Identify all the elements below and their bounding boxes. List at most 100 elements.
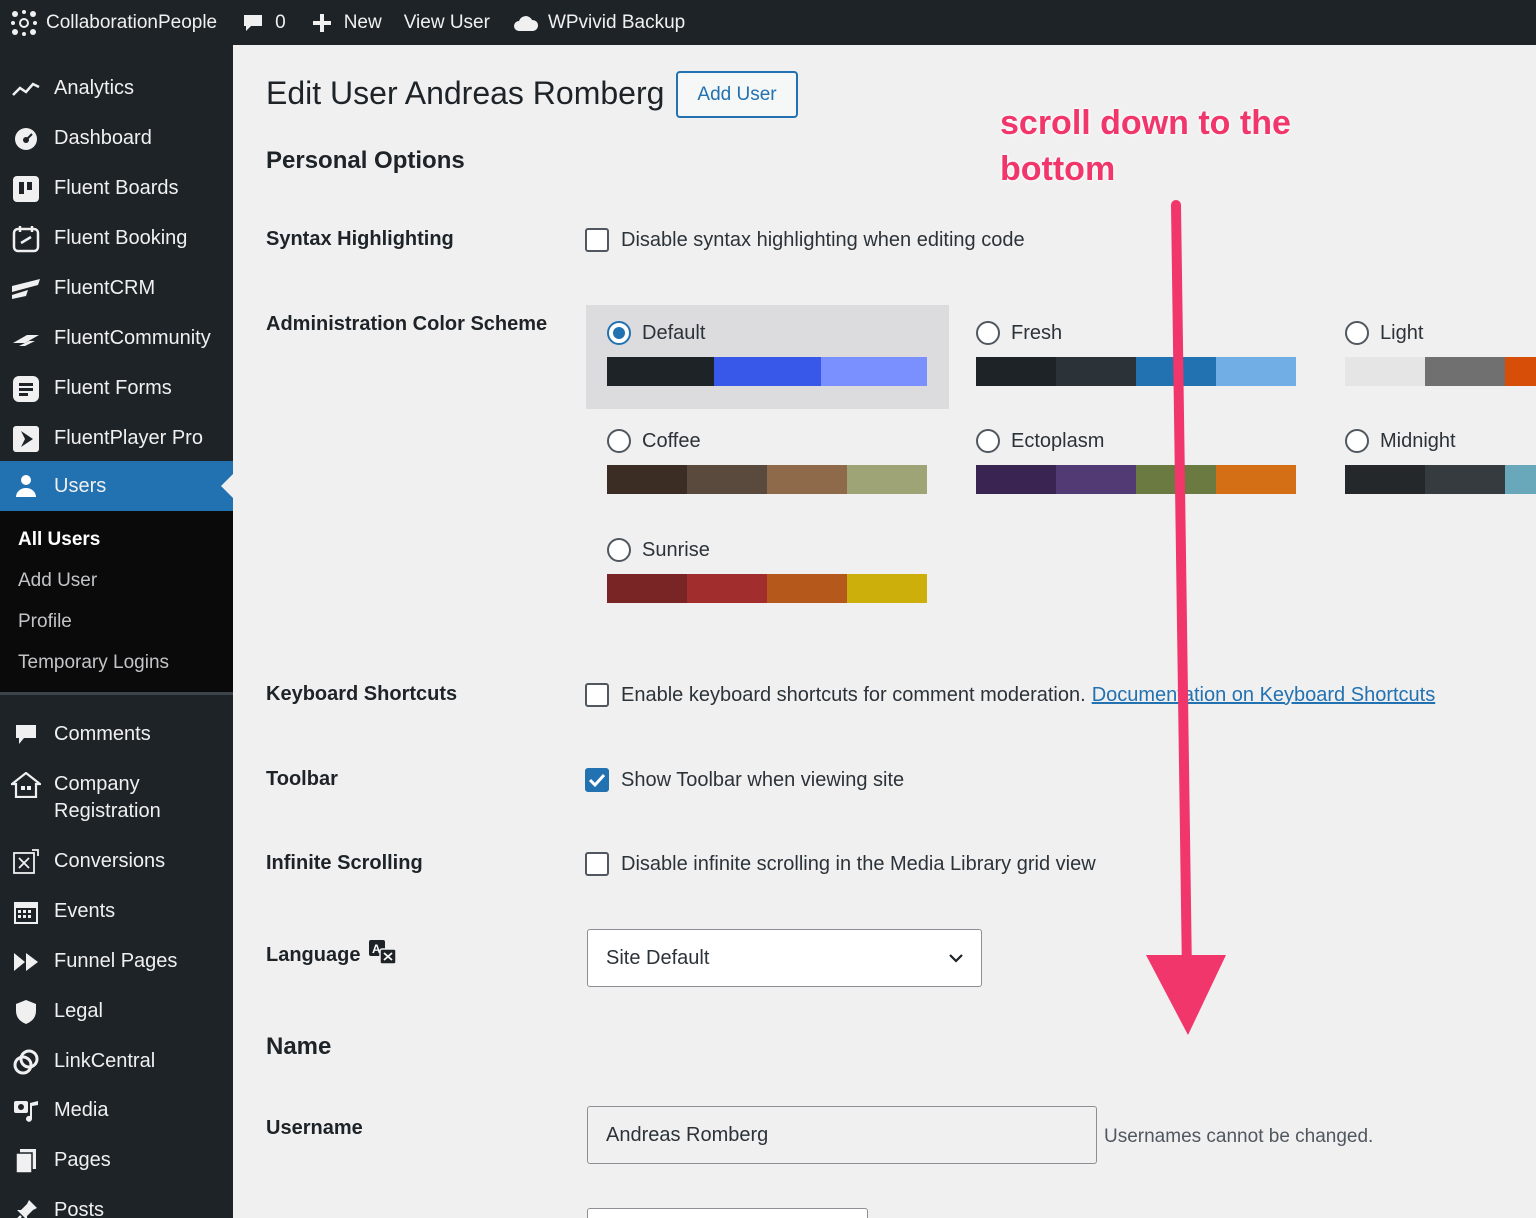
sidebar-item-company-registration[interactable]: Company Registration	[0, 769, 233, 825]
color-scheme-default[interactable]: Default	[586, 305, 949, 409]
sidebar-item-legal[interactable]: Legal	[0, 996, 233, 1028]
sidebar-item-label: Pages	[54, 1149, 111, 1171]
new-content-link[interactable]: New	[297, 0, 393, 45]
users-submenu: All Users Add User Profile Temporary Log…	[0, 511, 233, 694]
swatch	[1136, 357, 1216, 386]
swatch	[607, 465, 687, 494]
radio-midnight[interactable]	[1345, 429, 1369, 453]
swatch	[976, 357, 1056, 386]
swatch	[767, 574, 847, 603]
main-content: Edit User Andreas Romberg Add User Perso…	[233, 45, 1536, 1218]
sidebar-item-linkcentral[interactable]: LinkCentral	[0, 1046, 233, 1078]
sidebar-item-media[interactable]: Media	[0, 1095, 233, 1127]
sidebar-item-label: Analytics	[54, 77, 135, 99]
keyboard-shortcuts-text: Enable keyboard shortcuts for comment mo…	[621, 683, 1086, 706]
radio-ectoplasm[interactable]	[976, 429, 1000, 453]
radio-default[interactable]	[607, 321, 631, 345]
color-scheme-midnight[interactable]: Midnight	[1324, 413, 1536, 517]
scheme-name: Sunrise	[642, 538, 710, 561]
wpvivid-backup-link[interactable]: WPvivid Backup	[501, 0, 696, 45]
radio-light[interactable]	[1345, 321, 1369, 345]
sidebar-item-posts[interactable]: Posts	[0, 1195, 233, 1218]
color-scheme-sunrise[interactable]: Sunrise	[586, 522, 949, 626]
site-name-link[interactable]: CollaborationPeople	[0, 0, 228, 45]
swatch	[1345, 465, 1425, 494]
checkmark-icon	[588, 773, 606, 788]
keyboard-shortcuts-label: Keyboard Shortcuts	[266, 683, 458, 705]
sidebar-item-conversions[interactable]: Conversions	[0, 846, 233, 878]
funnel-pages-icon	[10, 946, 42, 978]
sidebar-item-fluentcrm[interactable]: FluentCRM	[0, 273, 233, 305]
comments-link[interactable]: 0	[228, 0, 297, 45]
color-scheme-fresh[interactable]: Fresh	[955, 305, 1318, 409]
sidebar-item-fluent-forms[interactable]: Fluent Forms	[0, 373, 233, 405]
color-scheme-label: Administration Color Scheme	[266, 313, 548, 335]
toolbar-text: Show Toolbar when viewing site	[621, 768, 905, 791]
sidebar-item-fluentcommunity[interactable]: FluentCommunity	[0, 323, 233, 355]
swatch	[607, 574, 687, 603]
language-select-value: Site Default	[606, 946, 710, 969]
admin-bar: CollaborationPeople 0 New View User WPvi…	[0, 0, 1536, 45]
color-scheme-ectoplasm[interactable]: Ectoplasm	[955, 413, 1318, 517]
keyboard-shortcuts-checkbox[interactable]	[585, 683, 609, 707]
syntax-highlighting-field: Disable syntax highlighting when editing…	[585, 228, 1025, 252]
sidebar-item-label: FluentPlayer Pro	[54, 427, 203, 449]
toolbar-checkbox[interactable]	[585, 768, 609, 792]
sidebar-item-pages[interactable]: Pages	[0, 1145, 233, 1177]
language-select[interactable]: Site Default	[587, 929, 982, 987]
sidebar-item-fluent-booking[interactable]: Fluent Booking	[0, 223, 233, 255]
sidebar-item-users[interactable]: Users	[0, 461, 233, 511]
infinite-scrolling-checkbox[interactable]	[585, 852, 609, 876]
submenu-item-temporary-logins[interactable]: Temporary Logins	[18, 652, 169, 674]
keyboard-shortcuts-docs-link[interactable]: Documentation on Keyboard Shortcuts	[1092, 684, 1436, 707]
comment-bubble-icon	[239, 9, 267, 37]
chevron-down-icon	[947, 949, 965, 973]
fluentplayer-icon	[10, 423, 42, 455]
swatch	[1505, 465, 1536, 494]
sidebar-item-fluentplayer-pro[interactable]: FluentPlayer Pro	[0, 423, 233, 455]
radio-coffee[interactable]	[607, 429, 631, 453]
submenu-item-profile[interactable]: Profile	[18, 611, 72, 633]
current-menu-arrow	[221, 474, 233, 498]
add-user-button[interactable]: Add User	[676, 71, 798, 118]
site-name: CollaborationPeople	[46, 11, 218, 33]
swatch	[767, 465, 847, 494]
syntax-highlighting-text: Disable syntax highlighting when editing…	[621, 228, 1025, 251]
swatch	[687, 465, 767, 494]
sidebar-item-label: Posts	[54, 1199, 105, 1218]
next-field-input[interactable]	[587, 1208, 868, 1218]
swatch	[1345, 357, 1425, 386]
swatch	[821, 357, 927, 386]
page-title: Edit User Andreas Romberg	[266, 75, 665, 111]
username-input[interactable]: Andreas Romberg	[587, 1106, 1097, 1164]
name-heading: Name	[266, 1033, 332, 1060]
swatch	[976, 465, 1056, 494]
swatch	[1136, 465, 1216, 494]
scheme-swatches	[1345, 465, 1536, 494]
sidebar-item-analytics[interactable]: Analytics	[0, 73, 233, 105]
view-user-link[interactable]: View User	[393, 0, 501, 45]
sidebar-item-comments[interactable]: Comments	[0, 719, 233, 751]
sidebar-item-dashboard[interactable]: Dashboard	[0, 123, 233, 155]
sidebar-item-label: Events	[54, 900, 116, 922]
sidebar-item-funnel-pages[interactable]: Funnel Pages	[0, 946, 233, 978]
color-scheme-coffee[interactable]: Coffee	[586, 413, 949, 517]
radio-fresh[interactable]	[976, 321, 1000, 345]
scheme-name: Fresh	[1011, 321, 1063, 344]
swatch	[714, 357, 821, 386]
submenu-item-all-users[interactable]: All Users	[18, 529, 100, 551]
color-scheme-light[interactable]: Light	[1324, 305, 1536, 409]
radio-sunrise[interactable]	[607, 538, 631, 562]
toolbar-label: Toolbar	[266, 768, 338, 790]
keyboard-shortcuts-field: Enable keyboard shortcuts for comment mo…	[585, 683, 1435, 707]
swatch	[1056, 465, 1136, 494]
sidebar-item-fluent-boards[interactable]: Fluent Boards	[0, 173, 233, 205]
plus-icon	[308, 9, 336, 37]
sidebar-item-events[interactable]: Events	[0, 896, 233, 928]
syntax-highlighting-checkbox[interactable]	[585, 228, 609, 252]
submenu-item-add-user[interactable]: Add User	[18, 570, 97, 592]
syntax-highlighting-label: Syntax Highlighting	[266, 228, 454, 250]
username-value: Andreas Romberg	[606, 1123, 769, 1146]
admin-sidebar: Analytics Dashboard Fluent Boards Fluent…	[0, 45, 233, 1218]
legal-icon	[10, 996, 42, 1028]
